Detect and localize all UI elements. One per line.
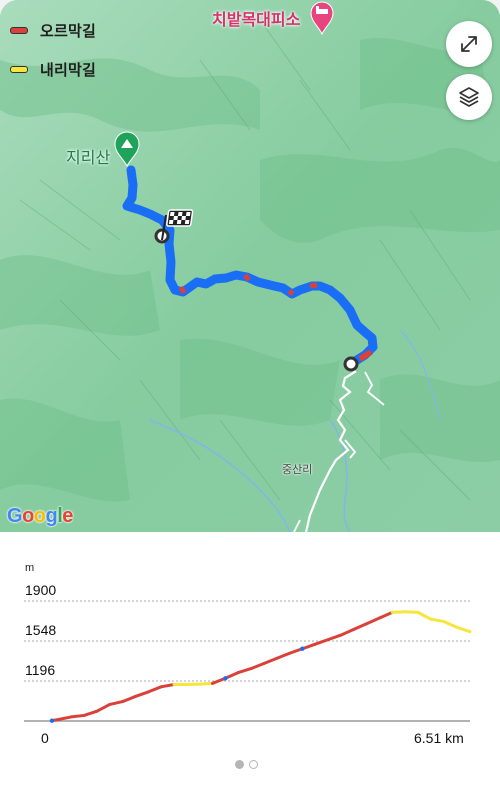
profile-segment (313, 638, 330, 646)
profile-segment (365, 616, 381, 626)
y-tick-1900: 1900 (25, 582, 57, 598)
page-dot-inactive[interactable] (249, 760, 258, 769)
legend-uphill: 오르막길 (10, 20, 96, 40)
profile-segment (429, 617, 446, 623)
profile-point (49, 718, 55, 723)
legend-uphill-label: 오르막길 (40, 22, 97, 40)
profile-segment (455, 625, 472, 634)
legend-downhill-label: 내리막길 (40, 61, 97, 79)
poi-mountain-label[interactable]: 지리산 (66, 144, 110, 168)
layers-button[interactable] (446, 74, 492, 120)
end-marker (343, 356, 359, 372)
profile-segment (56, 715, 73, 722)
page-indicator[interactable] (235, 760, 258, 769)
y-tick-1196: 1196 (25, 662, 56, 678)
village-label: 중산리 (282, 464, 313, 476)
profile-segment (416, 610, 433, 621)
profile-segment (133, 690, 150, 698)
route-legend: 오르막길 내리막길 (10, 20, 96, 98)
profile-segment (377, 610, 394, 620)
elevation-panel: m 1900 1548 1196 0 6.51 km (0, 532, 500, 804)
profile-segment (198, 681, 215, 686)
profile-segment (159, 683, 176, 689)
profile-segment (121, 694, 137, 704)
app-root: 오르막길 내리막길 치밭목대피소 지리산 중산리 Google m 1900 1… (0, 0, 500, 804)
downhill-swatch (10, 65, 28, 73)
uphill-swatch (10, 26, 28, 34)
google-logo: Google (7, 505, 73, 527)
profile-segment (69, 713, 86, 719)
y-axis-unit: m (25, 562, 35, 574)
profile-segment (275, 651, 292, 660)
profile-segment (249, 662, 266, 671)
profile-segment (352, 622, 369, 631)
profile-segment (339, 627, 356, 637)
legend-downhill: 내리막길 (10, 59, 96, 79)
profile-segment (403, 610, 420, 614)
x-tick-start: 0 (41, 730, 49, 746)
profile-segment (390, 610, 407, 614)
expand-button[interactable] (446, 21, 492, 67)
profile-point (300, 646, 305, 651)
map-view[interactable]: 오르막길 내리막길 치밭목대피소 지리산 중산리 Google (0, 0, 500, 532)
layers-icon (459, 87, 479, 107)
profile-segment (442, 619, 459, 629)
profile-segment (108, 700, 125, 706)
profile-segment (95, 702, 112, 713)
profile-point (223, 676, 228, 681)
profile-segment (82, 709, 99, 717)
profile-segment (262, 656, 279, 665)
profile-segment (236, 667, 253, 675)
expand-arrows-icon (461, 36, 477, 52)
profile-segment (146, 685, 163, 694)
poi-shelter-label[interactable]: 치밭목대피소 (212, 6, 300, 30)
y-tick-1548: 1548 (25, 622, 57, 638)
page-dot-active[interactable] (235, 760, 244, 769)
profile-segment (326, 633, 343, 642)
x-tick-end: 6.51 km (414, 730, 464, 746)
